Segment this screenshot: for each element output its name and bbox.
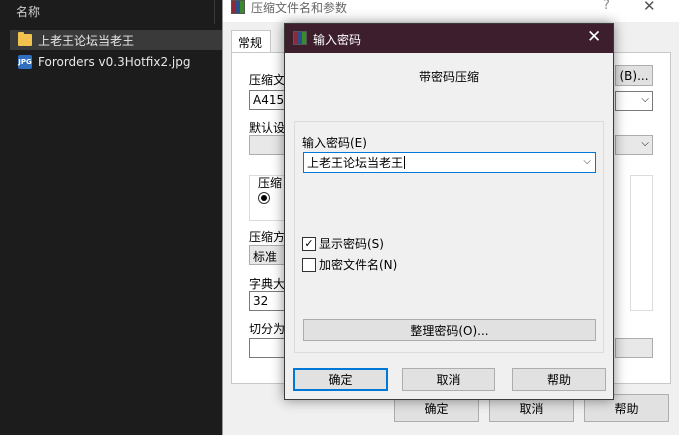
tab-general[interactable]: 常规 (231, 30, 271, 52)
organize-passwords-button[interactable]: 整理密码(O)... (303, 319, 596, 341)
name-column-header[interactable]: 名称 (16, 3, 40, 20)
close-icon[interactable]: ✕ (587, 27, 601, 47)
password-dialog-titlebar[interactable]: 输入密码 ✕ (285, 24, 613, 53)
jpg-file-icon: JPG (18, 55, 32, 69)
cancel-button[interactable]: 取消 (402, 368, 495, 391)
file-explorer-panel: 名称 上老王论坛当老王 JPG Fororders v0.3Hotfix2.jp… (0, 0, 222, 435)
column-separator[interactable] (214, 0, 215, 24)
profiles-button[interactable] (249, 135, 289, 155)
text-caret (404, 156, 406, 169)
dictionary-size-label: 字典大 (249, 277, 286, 291)
enter-password-dialog: 输入密码 ✕ 带密码压缩 输入密码(E) 上老王论坛当老王 ⌵ ✓ 显示密码(S… (284, 23, 614, 400)
archive-options-group (630, 175, 653, 311)
password-dialog-subtitle: 带密码压缩 (418, 70, 479, 84)
password-dialog-title: 输入密码 (313, 33, 362, 47)
file-row-folder[interactable]: 上老王论坛当老王 (10, 30, 222, 50)
help-button[interactable]: 帮助 (512, 368, 606, 391)
default-settings-label: 默认设 (249, 121, 286, 135)
split-volumes-combo[interactable] (249, 338, 289, 358)
file-name: Fororders v0.3Hotfix2.jpg (38, 55, 191, 69)
file-name: 上老王论坛当老王 (38, 33, 135, 48)
password-input[interactable]: 上老王论坛当老王 ⌵ (303, 152, 596, 173)
encrypt-filenames-checkbox[interactable]: 加密文件名(N) (302, 256, 397, 273)
browse-button[interactable]: (B)... (615, 65, 653, 86)
folder-icon (18, 32, 32, 46)
update-mode-combo[interactable]: ⌵ (615, 91, 653, 111)
password-label: 输入密码(E) (302, 136, 367, 150)
chevron-down-icon[interactable]: ⌵ (583, 156, 591, 167)
password-value: 上老王论坛当老王 (307, 156, 404, 170)
close-icon[interactable]: ✕ (643, 0, 656, 15)
encrypt-filenames-label: 加密文件名(N) (319, 258, 398, 272)
format-radio[interactable] (258, 192, 270, 204)
archive-format-group: 压缩 (249, 175, 289, 221)
winrar-icon (293, 31, 307, 45)
compression-method-combo[interactable]: 标准 (249, 245, 289, 265)
ok-button[interactable]: 确定 (293, 368, 388, 391)
archive-name-input[interactable]: A4156 (249, 90, 292, 110)
winrar-icon (231, 0, 245, 14)
checkbox-unchecked-icon[interactable] (302, 257, 316, 272)
checkbox-checked-icon[interactable]: ✓ (302, 236, 316, 251)
bg-dialog-title: 压缩文件名和参数 (251, 1, 348, 15)
options-combo[interactable]: ⌵ (615, 135, 653, 155)
archive-name-label: 压缩文 (249, 73, 286, 87)
bg-dialog-titlebar[interactable]: 压缩文件名和参数 ? ✕ (223, 0, 679, 22)
file-row-jpg[interactable]: JPG Fororders v0.3Hotfix2.jpg (10, 52, 222, 72)
set-password-button[interactable] (615, 338, 653, 358)
split-volumes-label: 切分为 (249, 322, 286, 336)
dictionary-size-combo[interactable]: 32 (249, 291, 289, 311)
show-password-label: 显示密码(S) (319, 237, 384, 251)
show-password-checkbox[interactable]: ✓ 显示密码(S) (302, 235, 384, 252)
help-icon[interactable]: ? (603, 0, 610, 13)
compression-method-label: 压缩方 (249, 230, 286, 244)
